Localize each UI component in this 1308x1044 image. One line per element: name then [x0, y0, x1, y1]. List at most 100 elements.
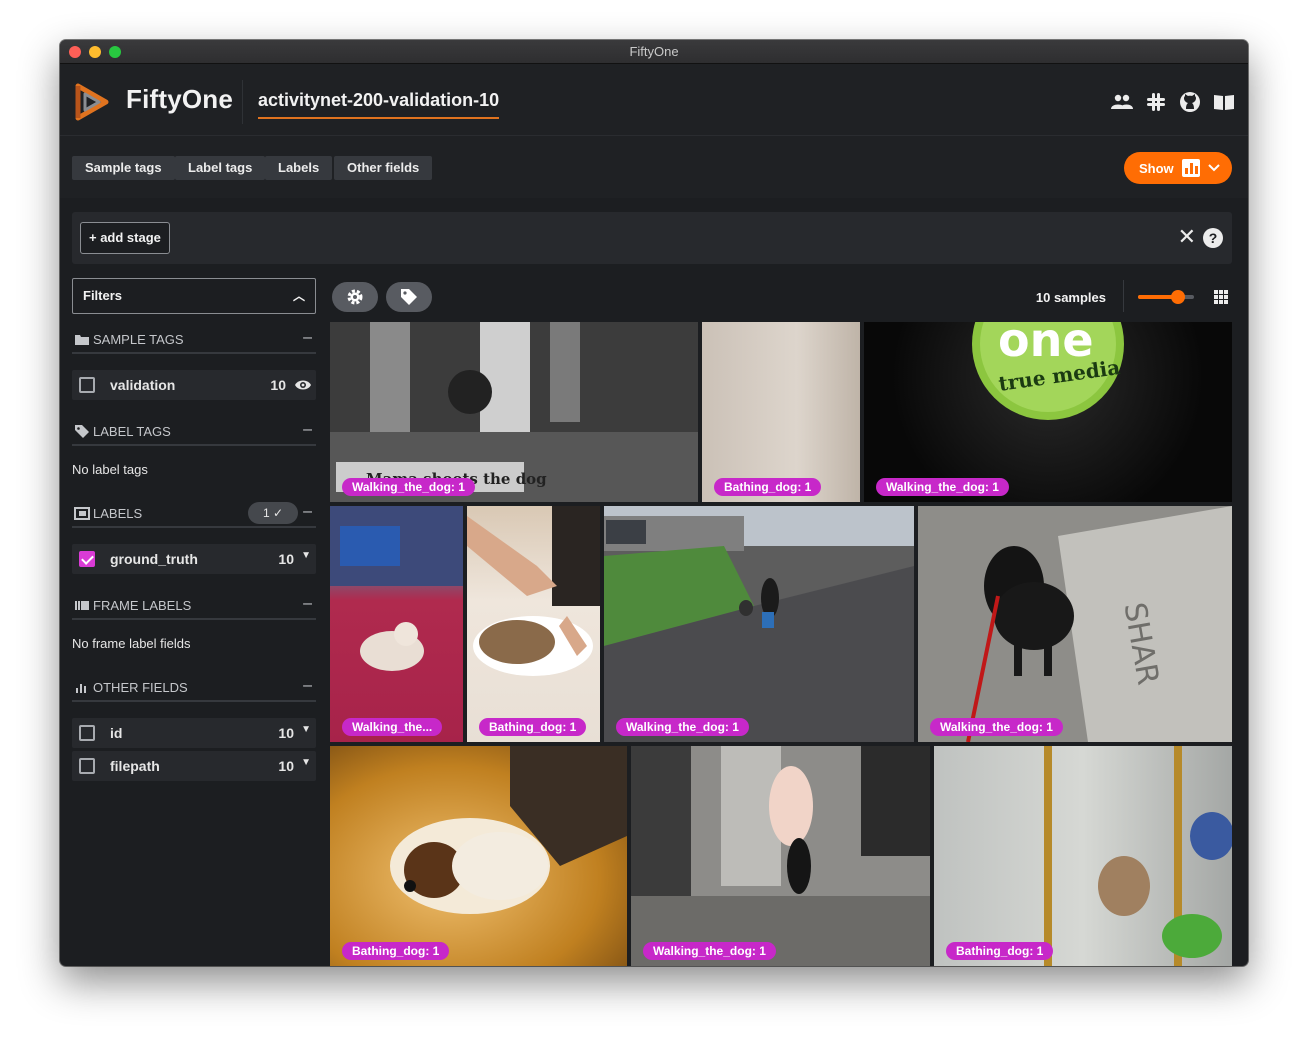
empty-label-tags-note: No label tags — [72, 462, 148, 477]
chevron-down-icon — [1207, 164, 1220, 172]
label-pill: Walking_the_dog: 1 — [930, 718, 1063, 736]
collapse-icon[interactable]: – — [303, 421, 312, 439]
settings-button[interactable] — [332, 282, 378, 312]
sample-tile[interactable]: Bathing_dog: 1 — [330, 746, 627, 966]
field-row-id[interactable]: id 10 ▼ — [72, 718, 316, 748]
caret-down-icon[interactable]: ▼ — [301, 757, 311, 768]
maximize-window-button[interactable] — [109, 46, 121, 58]
section-label-tags[interactable]: LABEL TAGS – — [72, 420, 316, 446]
checkbox[interactable] — [79, 377, 95, 393]
sample-tile[interactable]: Walking_the_dog: 1 — [631, 746, 930, 966]
grid-view-icon[interactable] — [1214, 290, 1228, 304]
checkbox[interactable] — [79, 551, 95, 567]
fiftyone-logo-icon[interactable] — [72, 82, 112, 122]
zoom-slider[interactable] — [1138, 290, 1194, 304]
section-sample-tags[interactable]: SAMPLE TAGS – — [72, 328, 316, 354]
sample-tile[interactable]: Bathing_dog: 1 — [467, 506, 600, 742]
thumbnail-image — [390, 746, 627, 914]
eye-icon[interactable] — [294, 379, 312, 391]
header-divider — [242, 80, 243, 124]
section-title: LABEL TAGS — [93, 424, 171, 439]
filter-sidebar: Filters ︿ SAMPLE TAGS – validation 10 LA… — [72, 278, 316, 966]
label-pill: Bathing_dog: 1 — [479, 718, 587, 736]
empty-frame-labels-note: No frame label fields — [72, 636, 191, 651]
label-pill: Walking_the_dog: 1 — [342, 478, 475, 496]
label-field-name: ground_truth — [110, 551, 198, 567]
tag-name: validation — [110, 377, 176, 393]
section-title: LABELS — [93, 506, 143, 521]
close-window-button[interactable] — [69, 46, 81, 58]
field-row-filepath[interactable]: filepath 10 ▼ — [72, 751, 316, 781]
field-count: 10 — [278, 725, 294, 741]
checkbox[interactable] — [79, 758, 95, 774]
caret-down-icon[interactable]: ▼ — [301, 724, 311, 735]
sample-tile[interactable]: one true media Walking_the_dog: 1 — [864, 322, 1232, 502]
slack-icon[interactable] — [1144, 90, 1168, 114]
dataset-selector[interactable]: activitynet-200-validation-10 — [258, 90, 500, 119]
label-pill: Walking_the... — [342, 718, 443, 736]
app-window: FiftyOne FiftyOne activitynet-200-valida… — [60, 40, 1248, 966]
thumbnail-image: one true media — [972, 322, 1124, 420]
sample-tile[interactable]: Bathing_dog: 1 — [934, 746, 1232, 966]
thumbnail-image — [604, 506, 914, 742]
people-icon[interactable] — [1110, 90, 1134, 114]
gear-icon — [347, 289, 363, 305]
thumbnail-image — [1044, 746, 1232, 966]
section-labels[interactable]: LABELS 1 ✓ – — [72, 502, 316, 528]
tab-other-fields[interactable]: Other fields — [334, 156, 433, 180]
collapse-icon[interactable]: – — [303, 503, 312, 521]
tab-labels[interactable]: Labels — [265, 156, 333, 180]
section-other-fields[interactable]: OTHER FIELDS – — [72, 676, 316, 702]
label-pill: Walking_the_dog: 1 — [616, 718, 749, 736]
tab-sample-tags[interactable]: Sample tags — [72, 156, 175, 180]
help-icon[interactable]: ? — [1203, 228, 1223, 248]
show-plots-button[interactable]: Show — [1124, 152, 1232, 184]
sample-tile[interactable]: Walking_the... — [330, 506, 463, 742]
label-pill: Walking_the_dog: 1 — [643, 942, 776, 960]
brand-name[interactable]: FiftyOne — [126, 84, 233, 115]
collapse-icon[interactable]: – — [303, 677, 312, 695]
label-row-ground-truth[interactable]: ground_truth 10 ▼ — [72, 544, 316, 574]
clear-view-icon[interactable]: ✕ — [1178, 226, 1196, 248]
field-name: filepath — [110, 758, 160, 774]
thumbnail-image — [467, 506, 600, 676]
image-labels-icon — [74, 507, 90, 520]
app-header: FiftyOne activitynet-200-validation-10 — [60, 64, 1248, 136]
grid-toolbar: 10 samples — [332, 280, 1232, 314]
section-title: SAMPLE TAGS — [93, 332, 184, 347]
tab-label-tags[interactable]: Label tags — [175, 156, 266, 180]
filters-dropdown[interactable]: Filters ︿ — [72, 278, 316, 314]
field-count: 10 — [278, 758, 294, 774]
minimize-window-button[interactable] — [89, 46, 101, 58]
active-labels-badge[interactable]: 1 ✓ — [248, 502, 298, 524]
github-icon[interactable] — [1178, 90, 1202, 114]
collapse-icon[interactable]: – — [303, 595, 312, 613]
sample-tag-row-validation[interactable]: validation 10 — [72, 370, 316, 400]
zoom-slider-handle[interactable] — [1171, 290, 1186, 304]
sample-tile[interactable]: Walking_the_dog: 1 — [604, 506, 914, 742]
caret-down-icon[interactable]: ▼ — [301, 550, 311, 561]
checkbox[interactable] — [79, 725, 95, 741]
show-button-label: Show — [1139, 160, 1174, 176]
bar-chart-icon — [1181, 159, 1200, 177]
field-name: id — [110, 725, 123, 741]
section-frame-labels[interactable]: FRAME LABELS – — [72, 594, 316, 620]
thumbnail-image — [330, 506, 463, 671]
tag-icon — [401, 289, 417, 305]
thumbnail-image: SHAR — [918, 506, 1232, 742]
sample-count: 10 samples — [1035, 290, 1106, 305]
add-stage-button[interactable]: + add stage — [80, 222, 170, 254]
collapse-icon[interactable]: – — [303, 329, 312, 347]
sample-tile[interactable]: Mama shoots the dog Walking_the_dog: 1 — [330, 322, 698, 502]
sample-tile[interactable]: Bathing_dog: 1 — [702, 322, 860, 502]
label-pill: Bathing_dog: 1 — [714, 478, 822, 496]
tag-samples-button[interactable] — [386, 282, 432, 312]
tag-icon — [75, 425, 89, 438]
sample-grid: Mama shoots the dog Walking_the_dog: 1 B… — [330, 322, 1232, 966]
sample-tile[interactable]: SHAR Walking_the_dog: 1 — [918, 506, 1232, 742]
frames-icon — [75, 601, 89, 610]
window-title: FiftyOne — [629, 44, 679, 59]
label-pill: Bathing_dog: 1 — [342, 942, 450, 960]
book-icon[interactable] — [1212, 90, 1236, 114]
filters-label: Filters — [83, 288, 123, 303]
